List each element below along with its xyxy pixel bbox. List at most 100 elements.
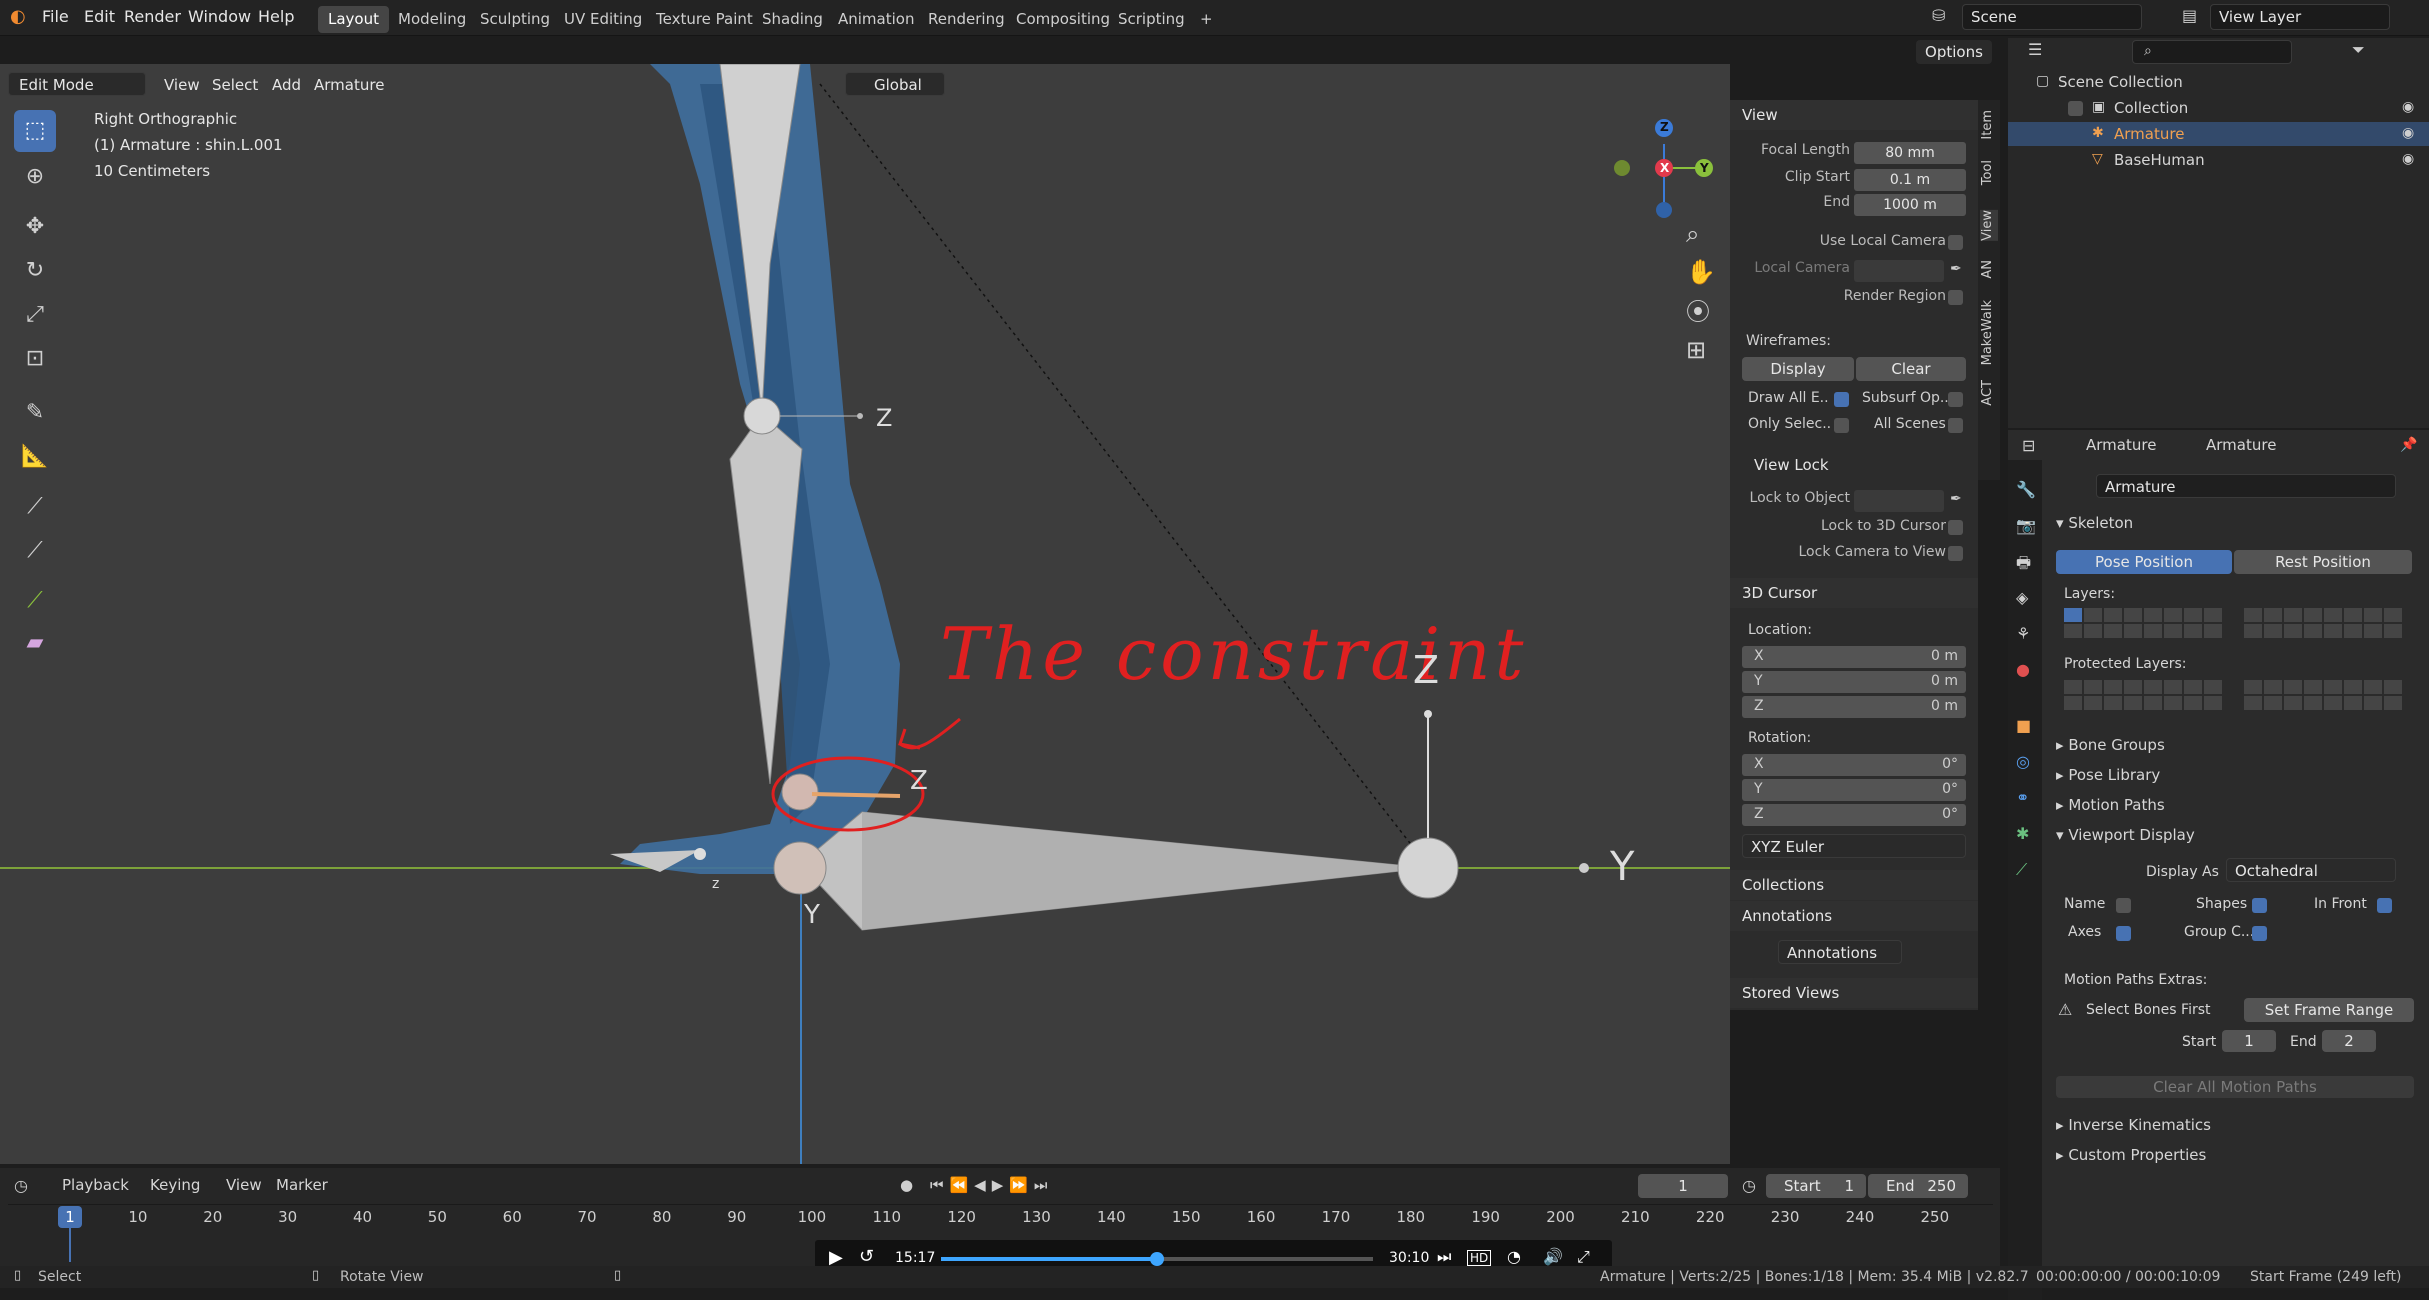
current-frame-field[interactable]: 1	[1638, 1174, 1728, 1198]
only-selected-checkbox[interactable]	[1834, 418, 1849, 433]
transform-tool-icon[interactable]: ⊡	[14, 338, 56, 380]
3d-viewport[interactable]: ⊞ Edit Mode View Select Add Armature Glo…	[0, 64, 1730, 1164]
hd-icon[interactable]: HD	[1467, 1250, 1492, 1266]
timeline-menu-keying[interactable]: Keying	[150, 1176, 200, 1194]
start-frame-field[interactable]: Start 1	[1766, 1174, 1866, 1198]
use-local-camera-checkbox[interactable]	[1948, 235, 1963, 250]
set-frame-range-button[interactable]: Set Frame Range	[2244, 998, 2414, 1022]
timeline-type-icon[interactable]: ◷	[14, 1178, 28, 1194]
collection-checkbox[interactable]	[2068, 101, 2083, 116]
timeline-menu-marker[interactable]: Marker	[276, 1176, 328, 1194]
skeleton-panel-header[interactable]: ▾ Skeleton	[2056, 514, 2133, 532]
outliner-row-basehuman[interactable]: ▽ BaseHuman ◉	[2008, 148, 2429, 172]
menu-file[interactable]: File	[42, 7, 69, 26]
constraints-tab-icon[interactable]: ⚭	[2016, 788, 2036, 808]
mp-start-field[interactable]: 1	[2222, 1030, 2276, 1052]
tab-animation[interactable]: Animation	[828, 6, 924, 33]
viewport-menu-select[interactable]: Select	[212, 76, 258, 94]
menu-window[interactable]: Window	[188, 7, 251, 26]
lock-to-object-field[interactable]	[1854, 490, 1944, 512]
lock-to-cursor-checkbox[interactable]	[1948, 520, 1963, 535]
viewport-display-panel[interactable]: ▾ Viewport Display	[2056, 826, 2195, 844]
pin-icon[interactable]: 📌	[2400, 438, 2417, 452]
playback-controls-icon[interactable]: ⏮⏪◀▶⏩⏭	[930, 1178, 1053, 1193]
eyedropper-icon[interactable]: ✒	[1950, 262, 1962, 276]
shapes-checkbox[interactable]	[2252, 898, 2267, 913]
view-lock-header[interactable]: View Lock	[1730, 450, 1978, 480]
all-scenes-checkbox[interactable]	[1948, 418, 1963, 433]
view-layer-selector[interactable]: View Layer	[2210, 4, 2390, 30]
preview-range-icon[interactable]: ◷	[1742, 1178, 1756, 1194]
blender-logo-icon[interactable]: ◐	[10, 8, 26, 26]
view-section-header[interactable]: View	[1730, 100, 1978, 130]
armature-visibility-icon[interactable]: ◉	[2402, 126, 2414, 140]
outliner-search-input[interactable]	[2132, 40, 2292, 64]
viewport-menu-add[interactable]: Add	[272, 76, 301, 94]
timeline-menu-playback[interactable]: Playback	[62, 1176, 129, 1194]
axes-checkbox[interactable]	[2116, 926, 2131, 941]
armature-data-tab-icon[interactable]: ✱	[2016, 824, 2036, 844]
outliner-row-collection[interactable]: ▣ Collection ◉	[2008, 96, 2429, 120]
next-icon[interactable]: ⏭	[1437, 1249, 1451, 1265]
playhead[interactable]: 1	[58, 1206, 82, 1228]
outliner-type-icon[interactable]: ☰	[2028, 42, 2042, 58]
rotate-tool-icon[interactable]: ↻	[14, 250, 56, 292]
wireframe-clear-button[interactable]: Clear	[1856, 357, 1966, 381]
clear-all-motion-paths-button[interactable]: Clear All Motion Paths	[2056, 1076, 2414, 1098]
protected-grid-left[interactable]	[2064, 680, 2222, 710]
tool-tab-icon[interactable]: 🔧	[2016, 480, 2036, 500]
rotation-mode-selector[interactable]: XYZ Euler	[1742, 834, 1966, 858]
breadcrumb-object[interactable]: Armature	[2086, 436, 2156, 454]
select-box-tool-icon[interactable]: ⬚	[14, 110, 56, 152]
output-tab-icon[interactable]: 🖶	[2016, 552, 2036, 572]
move-tool-icon[interactable]: ✥	[14, 206, 56, 248]
transform-orientation-selector[interactable]: Global	[845, 72, 945, 96]
stored-views-header[interactable]: Stored Views	[1730, 978, 1978, 1008]
subsurf-checkbox[interactable]	[1948, 392, 1963, 407]
options-dropdown[interactable]: Options	[1916, 40, 1992, 64]
display-as-selector[interactable]: Octahedral	[2226, 858, 2396, 882]
render-tab-icon[interactable]: 📷	[2016, 516, 2036, 536]
annotations-header[interactable]: Annotations	[1730, 901, 1978, 931]
visibility-eye-icon[interactable]: ◉	[2402, 100, 2414, 114]
tab-rendering[interactable]: Rendering	[918, 6, 1015, 33]
armature-datablock-field[interactable]: Armature	[2096, 474, 2396, 498]
video-progress-track[interactable]	[941, 1252, 1373, 1266]
lock-camera-checkbox[interactable]	[1948, 546, 1963, 561]
sidebar-tab-makewalk[interactable]: MakeWalk	[1980, 300, 1998, 365]
view-layer-tab-icon[interactable]: ◈	[2016, 588, 2036, 608]
tab-sculpting[interactable]: Sculpting	[470, 6, 560, 33]
add-workspace-button[interactable]: +	[1190, 6, 1223, 33]
annotate-tool-icon[interactable]: ✎	[14, 392, 56, 434]
render-region-checkbox[interactable]	[1948, 290, 1963, 305]
cursor-location-x[interactable]: X 0 m	[1730, 646, 1978, 670]
focal-length-field[interactable]: 80 mm	[1854, 142, 1966, 164]
cursor-rotation-x[interactable]: X 0°	[1730, 754, 1978, 778]
camera-view-icon[interactable]: ⦿	[1686, 300, 1710, 324]
measure-tool-icon[interactable]: 📐	[14, 436, 56, 478]
name-checkbox[interactable]	[2116, 898, 2131, 913]
tab-layout[interactable]: Layout	[318, 6, 389, 33]
layers-grid-right[interactable]	[2244, 608, 2402, 638]
roll-tool-icon[interactable]: ⟋	[14, 486, 56, 528]
replay-icon[interactable]: ↺	[859, 1248, 874, 1266]
outliner-row-scene-collection[interactable]: ▢ Scene Collection	[2008, 70, 2429, 94]
breadcrumb-data[interactable]: Armature	[2206, 436, 2276, 454]
bone-tab-icon[interactable]: ⟋	[2016, 860, 2036, 880]
outliner-row-armature[interactable]: ✱ Armature ◉	[2008, 122, 2429, 146]
menu-edit[interactable]: Edit	[84, 7, 115, 26]
scene-selector[interactable]: Scene	[1962, 4, 2142, 30]
tab-shading[interactable]: Shading	[752, 6, 833, 33]
cursor-location-z[interactable]: Z 0 m	[1730, 696, 1978, 720]
volume-icon[interactable]: 🔊	[1543, 1249, 1563, 1265]
collections-header[interactable]: Collections	[1730, 870, 1978, 900]
tab-texture-paint[interactable]: Texture Paint	[646, 6, 763, 33]
3d-cursor-header[interactable]: 3D Cursor	[1730, 578, 1978, 608]
local-camera-field[interactable]	[1854, 260, 1944, 282]
clip-start-field[interactable]: 0.1 m	[1854, 169, 1966, 191]
wireframe-display-button[interactable]: Display	[1742, 357, 1854, 381]
menu-render[interactable]: Render	[124, 7, 181, 26]
bone-size-tool-icon[interactable]: ⟋	[14, 530, 56, 572]
sidebar-tab-act[interactable]: ACT	[1980, 380, 1998, 406]
pose-library-panel[interactable]: ▸ Pose Library	[2056, 766, 2160, 784]
